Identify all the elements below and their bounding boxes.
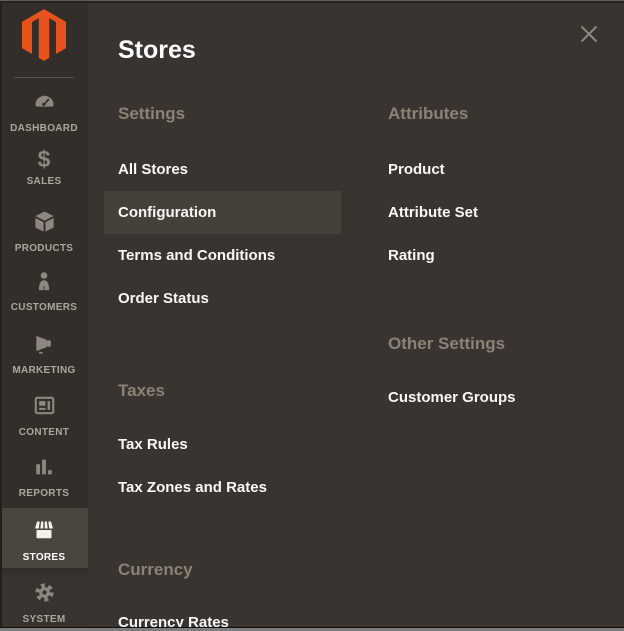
window-edge-left — [0, 0, 2, 631]
sidebar-item-label: SALES — [27, 176, 62, 187]
magento-logo[interactable] — [0, 8, 88, 62]
sidebar-item-content[interactable]: CONTENT — [0, 388, 88, 440]
menu-item-tax-rules[interactable]: Tax Rules — [104, 423, 341, 466]
megaphone-icon — [33, 332, 56, 360]
menu-item-customer-groups[interactable]: Customer Groups — [374, 376, 611, 419]
menu-item-attribute-set[interactable]: Attribute Set — [374, 191, 611, 234]
storefront-icon — [32, 518, 56, 547]
menu-item-rating[interactable]: Rating — [374, 234, 611, 277]
section-header-other-settings: Other Settings — [374, 334, 611, 354]
magento-logo-icon — [21, 8, 67, 62]
sidebar-item-system[interactable]: SYSTEM — [0, 573, 88, 631]
section-header-settings: Settings — [104, 104, 341, 124]
sidebar-item-label: STORES — [23, 552, 66, 563]
section-header-taxes: Taxes — [104, 381, 341, 401]
section-header-attributes: Attributes — [374, 104, 611, 124]
menu-item-tax-zones-and-rates[interactable]: Tax Zones and Rates — [104, 466, 341, 509]
menu-item-product[interactable]: Product — [374, 148, 611, 191]
sidebar-item-dashboard[interactable]: DASHBOARD — [0, 84, 88, 136]
sidebar-item-label: CONTENT — [19, 427, 69, 438]
menu-item-order-status[interactable]: Order Status — [104, 277, 341, 320]
menu-item-configuration[interactable]: Configuration — [104, 191, 341, 234]
sidebar-divider — [14, 77, 74, 78]
bar-chart-icon — [33, 456, 55, 483]
sidebar-item-products[interactable]: PRODUCTS — [0, 204, 88, 256]
sidebar-item-label: SYSTEM — [23, 614, 66, 625]
sidebar-item-label: MARKETING — [12, 365, 75, 376]
sidebar-item-label: DASHBOARD — [10, 123, 78, 134]
sidebar-item-sales[interactable]: $ SALES — [0, 142, 88, 194]
sidebar-item-label: REPORTS — [19, 488, 69, 499]
menu-item-all-stores[interactable]: All Stores — [104, 148, 341, 191]
sidebar-item-stores[interactable]: STORES — [0, 508, 88, 568]
sidebar-item-customers[interactable]: CUSTOMERS — [0, 264, 88, 316]
sidebar-item-marketing[interactable]: MARKETING — [0, 326, 88, 378]
flyout-column-right: Attributes Product Attribute Set Rating … — [374, 0, 611, 631]
admin-sidebar: DASHBOARD $ SALES PRODUCTS — [0, 0, 88, 631]
window-edge-top-shadow — [0, 1, 624, 3]
magento-admin-window: DASHBOARD $ SALES PRODUCTS — [0, 0, 624, 631]
section-header-currency: Currency — [104, 560, 341, 580]
sidebar-item-label: PRODUCTS — [15, 243, 74, 254]
gauge-icon — [33, 90, 56, 118]
person-icon — [33, 270, 55, 297]
sidebar-item-label: CUSTOMERS — [11, 302, 77, 313]
menu-item-terms-and-conditions[interactable]: Terms and Conditions — [104, 234, 341, 277]
layout-icon — [33, 394, 56, 422]
stores-flyout-menu: Stores Settings All Stores Configuration… — [88, 0, 624, 631]
gear-icon — [33, 581, 56, 609]
sidebar-item-reports[interactable]: REPORTS — [0, 450, 88, 502]
flyout-column-left: Settings All Stores Configuration Terms … — [104, 0, 341, 631]
dollar-icon: $ — [38, 148, 51, 171]
box-icon — [33, 210, 56, 238]
